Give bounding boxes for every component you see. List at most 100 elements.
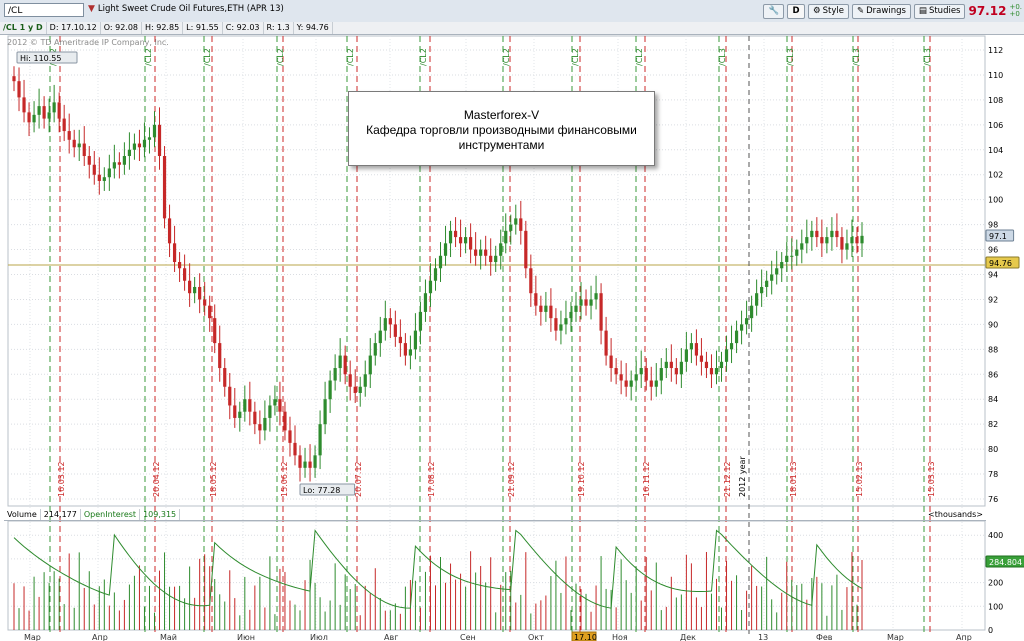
drawings-button[interactable]: ✎ Drawings xyxy=(852,3,911,19)
candle-body xyxy=(674,368,678,375)
candle-body xyxy=(649,380,653,387)
candle-body xyxy=(438,255,443,269)
candle-body xyxy=(724,349,729,362)
expiry-date-label: 21.09.12 xyxy=(507,461,516,497)
style-button[interactable]: ⚙ Style xyxy=(808,3,850,19)
expiry-date-label: 20.07.12 xyxy=(354,461,363,497)
candle-body xyxy=(193,286,197,294)
candle-body xyxy=(188,280,192,294)
candle-body xyxy=(203,299,207,306)
candle-body xyxy=(569,311,573,319)
volume-tick-label: 100 xyxy=(988,602,1003,611)
candle-body xyxy=(248,399,252,412)
candle-body xyxy=(338,355,342,369)
candle-body xyxy=(780,262,784,269)
price-tick-label: 88 xyxy=(988,345,998,354)
tools-icon[interactable]: 🔧 xyxy=(763,3,785,19)
expiry-date-label: 18.01.13 xyxy=(789,461,798,497)
candle-body xyxy=(408,349,413,356)
candle-body xyxy=(820,237,824,244)
candle-body xyxy=(183,268,187,281)
candle-body xyxy=(659,368,663,381)
volume-label: Volume xyxy=(4,509,41,520)
price-tick-label: 80 xyxy=(988,445,998,454)
candle-body xyxy=(298,455,302,468)
annotation-line-3: инструментами xyxy=(458,138,545,152)
month-label: Июл xyxy=(310,633,328,641)
expiry-label: /CL2 xyxy=(346,48,355,66)
expiry-label: /CL2 xyxy=(419,48,428,66)
price-tick-label: 78 xyxy=(988,470,998,479)
price-tick-label: 100 xyxy=(988,196,1003,205)
candle-body xyxy=(323,399,327,425)
candle-body xyxy=(760,286,764,294)
candle-body xyxy=(343,355,347,375)
candle-body xyxy=(544,305,548,312)
candle-body xyxy=(584,299,588,306)
month-label: 13 xyxy=(758,633,768,641)
volume-tick-label: 200 xyxy=(988,579,1003,588)
symbol-input[interactable]: /CL xyxy=(4,3,84,17)
price-tick-label: 102 xyxy=(988,171,1003,180)
symbol-link-icon[interactable]: ▼ xyxy=(88,4,95,14)
info-low: L: 91.55 xyxy=(183,22,223,34)
candle-body xyxy=(363,374,367,387)
candle-body xyxy=(218,343,222,369)
candle-body xyxy=(479,249,483,256)
candle-body xyxy=(378,330,382,344)
price-tick-label: 98 xyxy=(988,221,998,230)
candle-body xyxy=(850,237,854,244)
info-range: R: 1.3 xyxy=(264,22,294,34)
candle-body xyxy=(734,330,739,344)
candle-body xyxy=(208,305,212,319)
volume-header: Volume 214,177 OpenInterest 109,315 <tho… xyxy=(4,509,986,521)
candle-body xyxy=(484,249,488,256)
candle-body xyxy=(494,255,498,263)
candle-body xyxy=(504,230,508,244)
candle-body xyxy=(137,143,142,148)
month-label: Дек xyxy=(680,633,696,641)
candle-body xyxy=(127,149,132,157)
top-toolbar: /CL ▼ Light Sweet Crude Oil Futures,ETH … xyxy=(0,0,1024,23)
chart-symbol-period[interactable]: /CL 1 y D xyxy=(0,22,47,34)
candle-body xyxy=(67,131,71,140)
candle-body xyxy=(534,293,538,306)
candle-body xyxy=(714,368,719,375)
month-label: Мар xyxy=(887,633,904,641)
oi-value-label: 284.804 xyxy=(989,558,1022,567)
candle-body xyxy=(17,81,21,98)
candle-body xyxy=(644,368,648,381)
volume-tick-label: 400 xyxy=(988,531,1003,540)
candle-body xyxy=(433,268,438,281)
candle-body xyxy=(790,255,794,257)
period-button[interactable]: D xyxy=(787,3,806,19)
candle-body xyxy=(198,286,202,300)
volume-value: 214,177 xyxy=(41,509,81,520)
candle-body xyxy=(167,218,172,244)
month-label: Авг xyxy=(384,633,398,641)
annotation-box[interactable]: Masterforex-V Кафедра торговли производн… xyxy=(348,91,655,166)
candle-body xyxy=(509,224,513,231)
month-label: Июн xyxy=(237,633,255,641)
year-label: 2012 year xyxy=(738,456,747,497)
candle-body xyxy=(303,461,307,468)
candle-body xyxy=(453,230,458,238)
annotation-line-2: Кафедра торговли производными финансовым… xyxy=(366,123,637,137)
candle-body xyxy=(755,293,759,306)
candle-body xyxy=(729,343,734,350)
candle-body xyxy=(403,343,407,356)
candle-body xyxy=(77,143,81,148)
candle-body xyxy=(559,324,563,331)
candle-body xyxy=(172,243,177,263)
candle-body xyxy=(549,305,553,319)
pencil-icon: ✎ xyxy=(857,5,865,16)
candle-body xyxy=(840,237,844,250)
candle-body xyxy=(52,102,56,113)
candle-body xyxy=(122,156,126,165)
style-icon: ⚙ xyxy=(813,5,821,16)
candle-body xyxy=(107,168,111,178)
candle-body xyxy=(112,162,116,169)
studies-button[interactable]: ▤ Studies xyxy=(913,3,966,19)
candle-body xyxy=(313,455,317,468)
candle-body xyxy=(514,218,518,225)
